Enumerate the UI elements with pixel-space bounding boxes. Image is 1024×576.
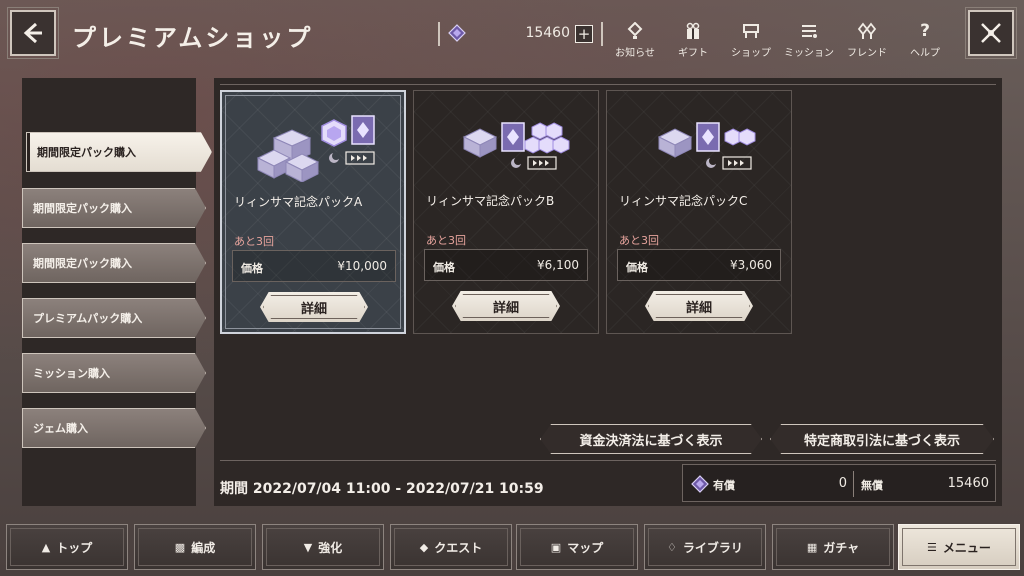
gem-wallet: 有償 0 無償 15460 xyxy=(682,464,996,502)
help-icon: ? xyxy=(920,21,930,41)
divider xyxy=(220,84,996,85)
quest-icon: ◆ xyxy=(419,540,429,554)
price-value: ¥3,060 xyxy=(730,258,772,272)
sale-period: 期間 2022/07/04 11:00 - 2022/07/21 10:59 xyxy=(220,481,544,497)
free-gem-label: 無償 xyxy=(861,479,883,492)
bottom-nav-library[interactable]: ♢ ライブラリ xyxy=(644,524,766,570)
price-box: 価格 ¥3,060 xyxy=(617,249,781,281)
detail-button[interactable]: 詳細 xyxy=(260,292,368,322)
gem-icon xyxy=(448,24,466,42)
price-label: 価格 xyxy=(433,261,455,274)
bottom-nav-map[interactable]: ▣ マップ xyxy=(516,524,638,570)
bottom-nav-party[interactable]: ▩ 編成 xyxy=(134,524,256,570)
friend-icon xyxy=(857,20,877,42)
remaining-count: あと3回 xyxy=(426,234,466,247)
header-divider xyxy=(438,22,440,46)
page-title: プレミアムショップ xyxy=(72,24,314,52)
close-icon xyxy=(981,23,1001,43)
free-gem-value: 15460 xyxy=(947,476,989,491)
bottom-nav: ▲ トップ ▩ 編成 ▼ 強化 ◆ クエスト ▣ マップ ♢ ライブラリ ▦ ガチャ ☰ メニュ… xyxy=(0,518,1024,576)
sidebar-item-premium-pack[interactable]: プレミアムパック購入 xyxy=(22,298,206,338)
back-arrow-icon xyxy=(23,22,42,44)
bottom-nav-enhance[interactable]: ▼ 強化 xyxy=(262,524,384,570)
nav-notice[interactable]: お知らせ xyxy=(606,20,664,59)
pack-items-icon xyxy=(462,122,570,170)
library-icon: ♢ xyxy=(667,540,677,554)
sidebar-item-limited-pack-1[interactable]: 期間限定パック購入 xyxy=(26,132,212,172)
nav-shop[interactable]: ショップ xyxy=(722,20,780,59)
sidebar-item-limited-pack-2[interactable]: 期間限定パック購入 xyxy=(22,188,206,228)
price-label: 価格 xyxy=(241,262,263,275)
pack-card-b[interactable]: リィンサマ記念パックB あと3回 価格 ¥6,100 詳細 xyxy=(413,90,599,334)
pack-card-a[interactable]: リィンサマ記念パックA あと3回 価格 ¥10,000 詳細 xyxy=(220,90,406,334)
shop-icon xyxy=(742,20,760,42)
gem-count: 15460 xyxy=(525,25,570,41)
bottom-nav-top[interactable]: ▲ トップ xyxy=(6,524,128,570)
nav-mission[interactable]: ミッション xyxy=(780,20,838,59)
header-divider xyxy=(601,22,603,46)
nav-friend[interactable]: フレンド xyxy=(838,20,896,59)
gacha-icon: ▦ xyxy=(806,540,818,554)
pack-items-icon xyxy=(256,115,375,182)
bottom-nav-quest[interactable]: ◆ クエスト xyxy=(390,524,512,570)
price-label: 価格 xyxy=(626,261,648,274)
menu-icon: ☰ xyxy=(927,540,937,554)
gem-icon xyxy=(691,475,709,493)
detail-button[interactable]: 詳細 xyxy=(645,291,753,321)
detail-button[interactable]: 詳細 xyxy=(452,291,560,321)
commercial-act-button[interactable]: 特定商取引法に基づく表示 xyxy=(770,424,994,454)
sidebar-item-limited-pack-3[interactable]: 期間限定パック購入 xyxy=(22,243,206,283)
sidebar-item-mission[interactable]: ミッション購入 xyxy=(22,353,206,393)
add-gem-button[interactable]: + xyxy=(575,25,593,43)
paid-gem-value: 0 xyxy=(838,476,847,491)
header-bar: プレミアムショップ 15460 + お知らせ ギフト ショップ ミッション フレ… xyxy=(0,0,1024,72)
payment-act-button[interactable]: 資金決済法に基づく表示 xyxy=(540,424,762,454)
back-button[interactable] xyxy=(7,7,59,59)
nav-help[interactable]: ? ヘルプ xyxy=(896,20,954,59)
divider xyxy=(853,471,854,497)
party-icon: ▩ xyxy=(174,540,186,554)
header-nav: お知らせ ギフト ショップ ミッション フレンド ? ヘルプ xyxy=(606,20,954,59)
map-icon: ▣ xyxy=(550,540,562,554)
pack-items-icon xyxy=(657,122,756,170)
close-button[interactable] xyxy=(965,7,1017,59)
pack-title: リィンサマ記念パックA xyxy=(234,195,363,209)
price-value: ¥6,100 xyxy=(537,258,579,272)
pack-title: リィンサマ記念パックB xyxy=(426,194,555,208)
sidebar-item-gem[interactable]: ジェム購入 xyxy=(22,408,206,448)
divider xyxy=(220,460,996,461)
bottom-nav-menu[interactable]: ☰ メニュー xyxy=(898,524,1020,570)
price-box: 価格 ¥10,000 xyxy=(232,250,396,282)
pack-card-c[interactable]: リィンサマ記念パックC あと3回 価格 ¥3,060 詳細 xyxy=(606,90,792,334)
nav-gift[interactable]: ギフト xyxy=(664,20,722,59)
pack-title: リィンサマ記念パックC xyxy=(619,194,748,208)
remaining-count: あと3回 xyxy=(619,234,659,247)
price-box: 価格 ¥6,100 xyxy=(424,249,588,281)
price-value: ¥10,000 xyxy=(337,259,387,273)
notice-icon xyxy=(627,20,643,42)
bottom-nav-gacha[interactable]: ▦ ガチャ xyxy=(772,524,894,570)
enhance-icon: ▼ xyxy=(303,540,313,554)
paid-gem-label: 有償 xyxy=(713,479,735,492)
remaining-count: あと3回 xyxy=(234,235,274,248)
home-icon: ▲ xyxy=(41,540,51,554)
mission-icon xyxy=(800,20,818,42)
gift-icon xyxy=(685,20,701,42)
